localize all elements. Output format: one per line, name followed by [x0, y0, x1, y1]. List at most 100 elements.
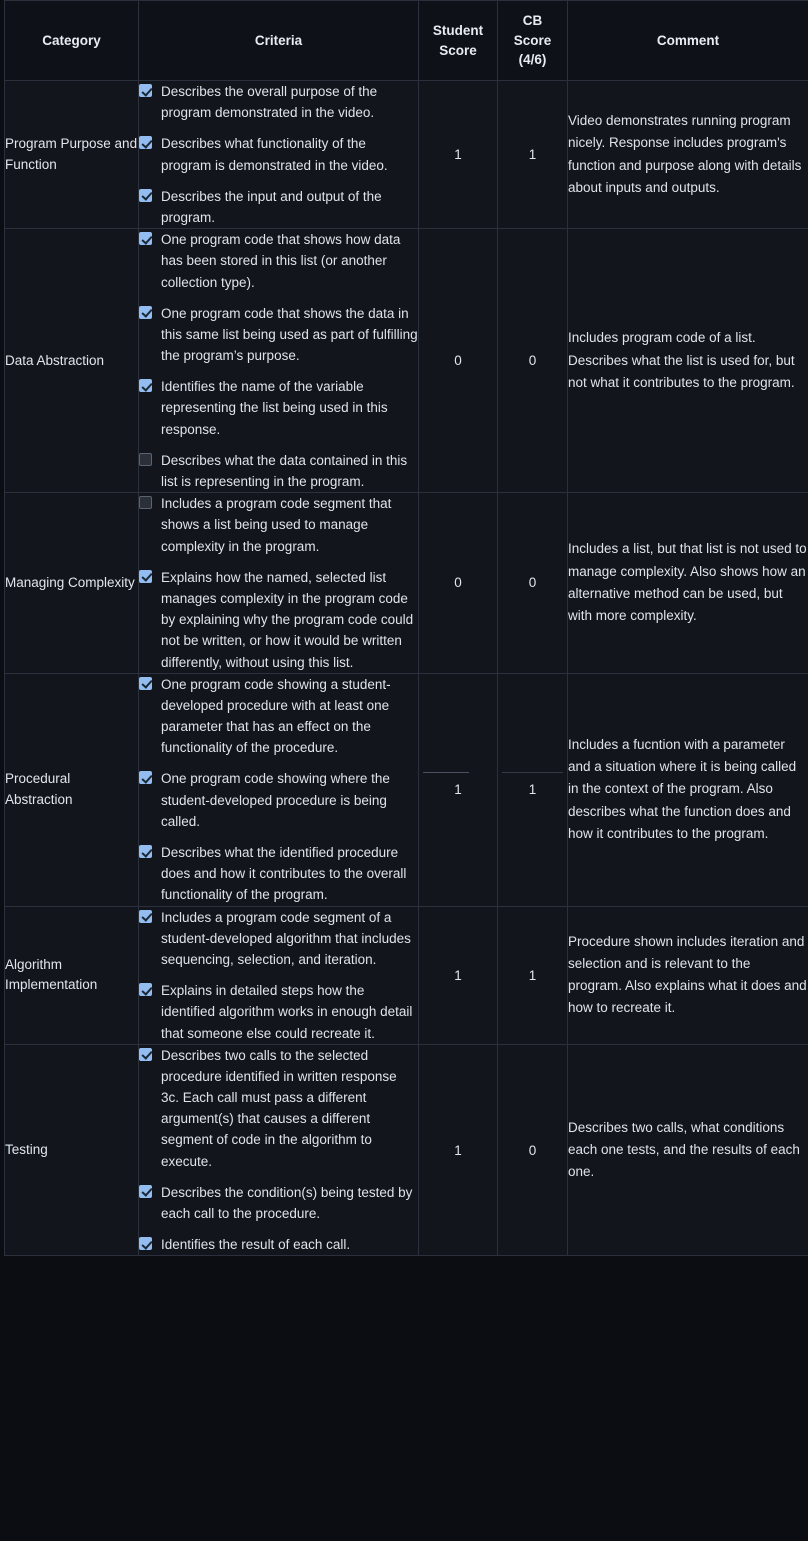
criteria-list-item[interactable]: One program code showing a student-devel…: [139, 674, 418, 759]
table-row: Testing Describes two calls to the select…: [4, 1043, 808, 1257]
student-score-label-line2: Score: [439, 42, 477, 58]
criteria-text: Describes the input and output of the pr…: [161, 188, 382, 225]
criteria-list-item[interactable]: Describes the overall purpose of the pro…: [139, 81, 418, 123]
criteria-text: One program code that shows how data has…: [161, 232, 401, 290]
checkbox-checked-icon[interactable]: [139, 232, 152, 246]
cb-score-label-line2: Score: [513, 32, 552, 48]
table-body: Program Purpose and Function Describes th…: [4, 79, 808, 1257]
criteria-text: Describes the condition(s) being tested …: [161, 1184, 413, 1221]
criteria-list-item[interactable]: Includes a program code segment of a stu…: [139, 907, 418, 971]
criteria-text: One program code that shows the data in …: [161, 305, 418, 364]
criteria-list-item[interactable]: One program code showing where the stude…: [139, 768, 418, 832]
category-cell: Managing Complexity: [4, 492, 139, 674]
criteria-text: Describes what the identified procedure …: [161, 845, 407, 903]
comment-cell: Video demonstrates running program nicel…: [567, 79, 808, 230]
criteria-list: Includes a program code segment of a stu…: [139, 907, 418, 1044]
criteria-list-item[interactable]: Describes what the identified procedure …: [139, 842, 418, 906]
category-cell: Program Purpose and Function: [4, 79, 139, 230]
criteria-text: Includes a program code segment that sho…: [161, 496, 392, 554]
table-row: Algorithm Implementation Includes a progr…: [4, 905, 808, 1045]
checkbox-checked-icon[interactable]: [139, 909, 152, 923]
cb-score-cell: 1: [497, 672, 568, 907]
criteria-list-item[interactable]: Describes what the data contained in thi…: [139, 450, 418, 492]
checkbox-checked-icon[interactable]: [139, 84, 152, 97]
checkbox-unchecked-icon[interactable]: [139, 452, 152, 466]
criteria-list: Includes a program code segment that sho…: [139, 493, 418, 673]
criteria-list-item[interactable]: Explains how the named, selected list ma…: [139, 567, 418, 673]
criteria-list-item[interactable]: Describes what functionality of the prog…: [139, 133, 418, 175]
criteria-list-item[interactable]: One program code that shows how data has…: [139, 229, 418, 293]
criteria-text: Describes what functionality of the prog…: [161, 136, 388, 173]
comment-cell: Procedure shown includes iteration and s…: [567, 905, 808, 1045]
criteria-text: Describes the overall purpose of the pro…: [161, 84, 378, 121]
criteria-text: Identifies the result of each call.: [161, 1237, 351, 1253]
checkbox-checked-icon[interactable]: [139, 188, 152, 202]
criteria-list-item[interactable]: Describes the input and output of the pr…: [139, 186, 418, 228]
checkbox-checked-icon[interactable]: [139, 845, 152, 858]
comment-cell: Includes a list, but that list is not us…: [567, 492, 808, 674]
category-cell: Testing: [4, 1043, 139, 1257]
criteria-list: One program code that shows how data has…: [139, 229, 418, 492]
student-score-cell: 0: [418, 492, 498, 674]
comment-cell: Includes a fucntion with a parameter and…: [567, 672, 808, 907]
criteria-list-item[interactable]: Identifies the name of the variable repr…: [139, 376, 418, 440]
category-cell: Algorithm Implementation: [4, 905, 139, 1045]
column-header-comment: Comment: [567, 0, 808, 81]
cb-score-cell: 0: [497, 492, 568, 674]
criteria-text: Describes two calls to the selected proc…: [161, 1047, 397, 1169]
checkbox-checked-icon[interactable]: [139, 771, 152, 785]
criteria-list-item[interactable]: Describes two calls to the selected proc…: [139, 1045, 418, 1172]
criteria-list-item[interactable]: Includes a program code segment that sho…: [139, 493, 418, 557]
criteria-text: Includes a program code segment of a stu…: [161, 909, 411, 967]
criteria-cell: Describes the overall purpose of the pro…: [138, 79, 419, 230]
criteria-text: Explains how the named, selected list ma…: [161, 569, 414, 670]
criteria-text: Describes what the data contained in thi…: [161, 452, 408, 489]
table-row: Procedural Abstraction One program code s…: [4, 672, 808, 907]
checkbox-checked-icon[interactable]: [139, 136, 152, 150]
student-score-cell: 0: [418, 228, 498, 494]
student-score-cell: 1: [418, 905, 498, 1045]
checkbox-checked-icon[interactable]: [139, 305, 152, 319]
criteria-list-item[interactable]: Identifies the result of each call.: [139, 1234, 418, 1255]
checkbox-checked-icon[interactable]: [139, 379, 152, 393]
scoring-rubric-table: Category Criteria Student Score CB Score…: [4, 0, 808, 1257]
criteria-list: Describes two calls to the selected proc…: [139, 1045, 418, 1256]
criteria-cell: One program code that shows how data has…: [138, 228, 419, 494]
comment-cell: Describes two calls, what conditions eac…: [567, 1043, 808, 1257]
checkbox-checked-icon[interactable]: [139, 1184, 152, 1198]
criteria-list-item[interactable]: One program code that shows the data in …: [139, 303, 418, 367]
criteria-cell: One program code showing a student-devel…: [138, 672, 419, 907]
table-header: Category Criteria Student Score CB Score…: [4, 0, 808, 81]
category-cell: Procedural Abstraction: [4, 672, 139, 907]
criteria-list-item[interactable]: Explains in detailed steps how the ident…: [139, 980, 418, 1044]
checkbox-checked-icon[interactable]: [139, 676, 152, 690]
comment-cell: Includes program code of a list. Describ…: [567, 228, 808, 494]
header-row: Category Criteria Student Score CB Score…: [4, 0, 808, 81]
criteria-text: Identifies the name of the variable repr…: [161, 379, 388, 437]
checkbox-checked-icon[interactable]: [139, 983, 152, 997]
student-score-cell: 1: [418, 672, 498, 907]
student-score-cell: 1: [418, 1043, 498, 1257]
student-score-label-line1: Student: [432, 22, 484, 38]
checkbox-unchecked-icon[interactable]: [139, 496, 152, 510]
category-cell: Data Abstraction: [4, 228, 139, 494]
column-header-criteria: Criteria: [138, 0, 419, 81]
criteria-list: One program code showing a student-devel…: [139, 674, 418, 906]
table-row: Data Abstraction One program code that sh…: [4, 228, 808, 494]
criteria-text: One program code showing where the stude…: [161, 771, 390, 829]
criteria-list-item[interactable]: Describes the condition(s) being tested …: [139, 1182, 418, 1224]
cb-score-cell: 1: [497, 905, 568, 1045]
checkbox-checked-icon[interactable]: [139, 569, 152, 583]
criteria-cell: Includes a program code segment of a stu…: [138, 905, 419, 1045]
checkbox-checked-icon[interactable]: [139, 1047, 152, 1061]
cb-score-cell: 0: [497, 1043, 568, 1257]
checkbox-checked-icon[interactable]: [139, 1237, 152, 1251]
table-row: Program Purpose and Function Describes th…: [4, 79, 808, 230]
column-header-category: Category: [4, 0, 139, 81]
criteria-text: One program code showing a student-devel…: [161, 676, 391, 756]
cb-score-label-line3: (4/6): [518, 52, 547, 68]
cb-score-label-line1: CB: [522, 13, 543, 29]
student-score-cell: 1: [418, 79, 498, 230]
criteria-text: Explains in detailed steps how the ident…: [161, 983, 413, 1041]
column-header-student-score: Student Score: [418, 0, 498, 81]
